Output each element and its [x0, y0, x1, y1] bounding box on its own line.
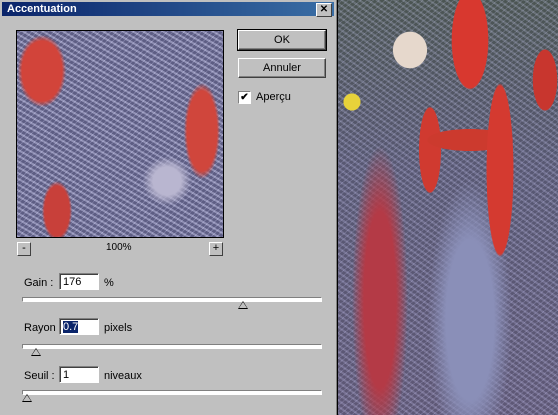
rayon-label: Rayon :	[24, 322, 62, 334]
gain-slider-thumb[interactable]	[238, 301, 248, 309]
preview-checkbox-label: Aperçu	[256, 91, 291, 103]
accentuation-dialog: Accentuation ✕ - 100% + OK Annuler ✔ Ape…	[0, 0, 338, 415]
close-icon[interactable]: ✕	[316, 3, 332, 17]
rayon-input[interactable]: 0.7	[59, 318, 99, 335]
seuil-unit: niveaux	[104, 370, 142, 382]
seuil-input[interactable]: 1	[59, 366, 99, 383]
rayon-value: 0.7	[63, 321, 79, 333]
rayon-unit: pixels	[104, 322, 133, 334]
gain-unit: %	[104, 277, 114, 289]
zoom-out-button[interactable]: -	[17, 242, 31, 256]
cancel-button[interactable]: Annuler	[238, 58, 326, 78]
gain-input[interactable]: 176	[59, 273, 99, 290]
gain-label: Gain :	[24, 277, 54, 289]
gain-slider[interactable]	[22, 297, 322, 309]
seuil-slider-thumb[interactable]	[22, 394, 32, 402]
preview-checkbox[interactable]: ✔	[238, 91, 251, 104]
title-bar[interactable]: Accentuation ✕	[2, 2, 334, 17]
seuil-slider[interactable]	[22, 390, 322, 402]
rayon-slider[interactable]	[22, 344, 322, 356]
zoom-in-button[interactable]: +	[209, 242, 223, 256]
seuil-label: Seuil :	[24, 370, 55, 382]
rayon-slider-thumb[interactable]	[30, 348, 41, 356]
zoom-level: 100%	[106, 242, 132, 253]
preview-image[interactable]	[16, 30, 224, 238]
ok-button[interactable]: OK	[237, 29, 327, 51]
window-title: Accentuation	[7, 3, 77, 15]
